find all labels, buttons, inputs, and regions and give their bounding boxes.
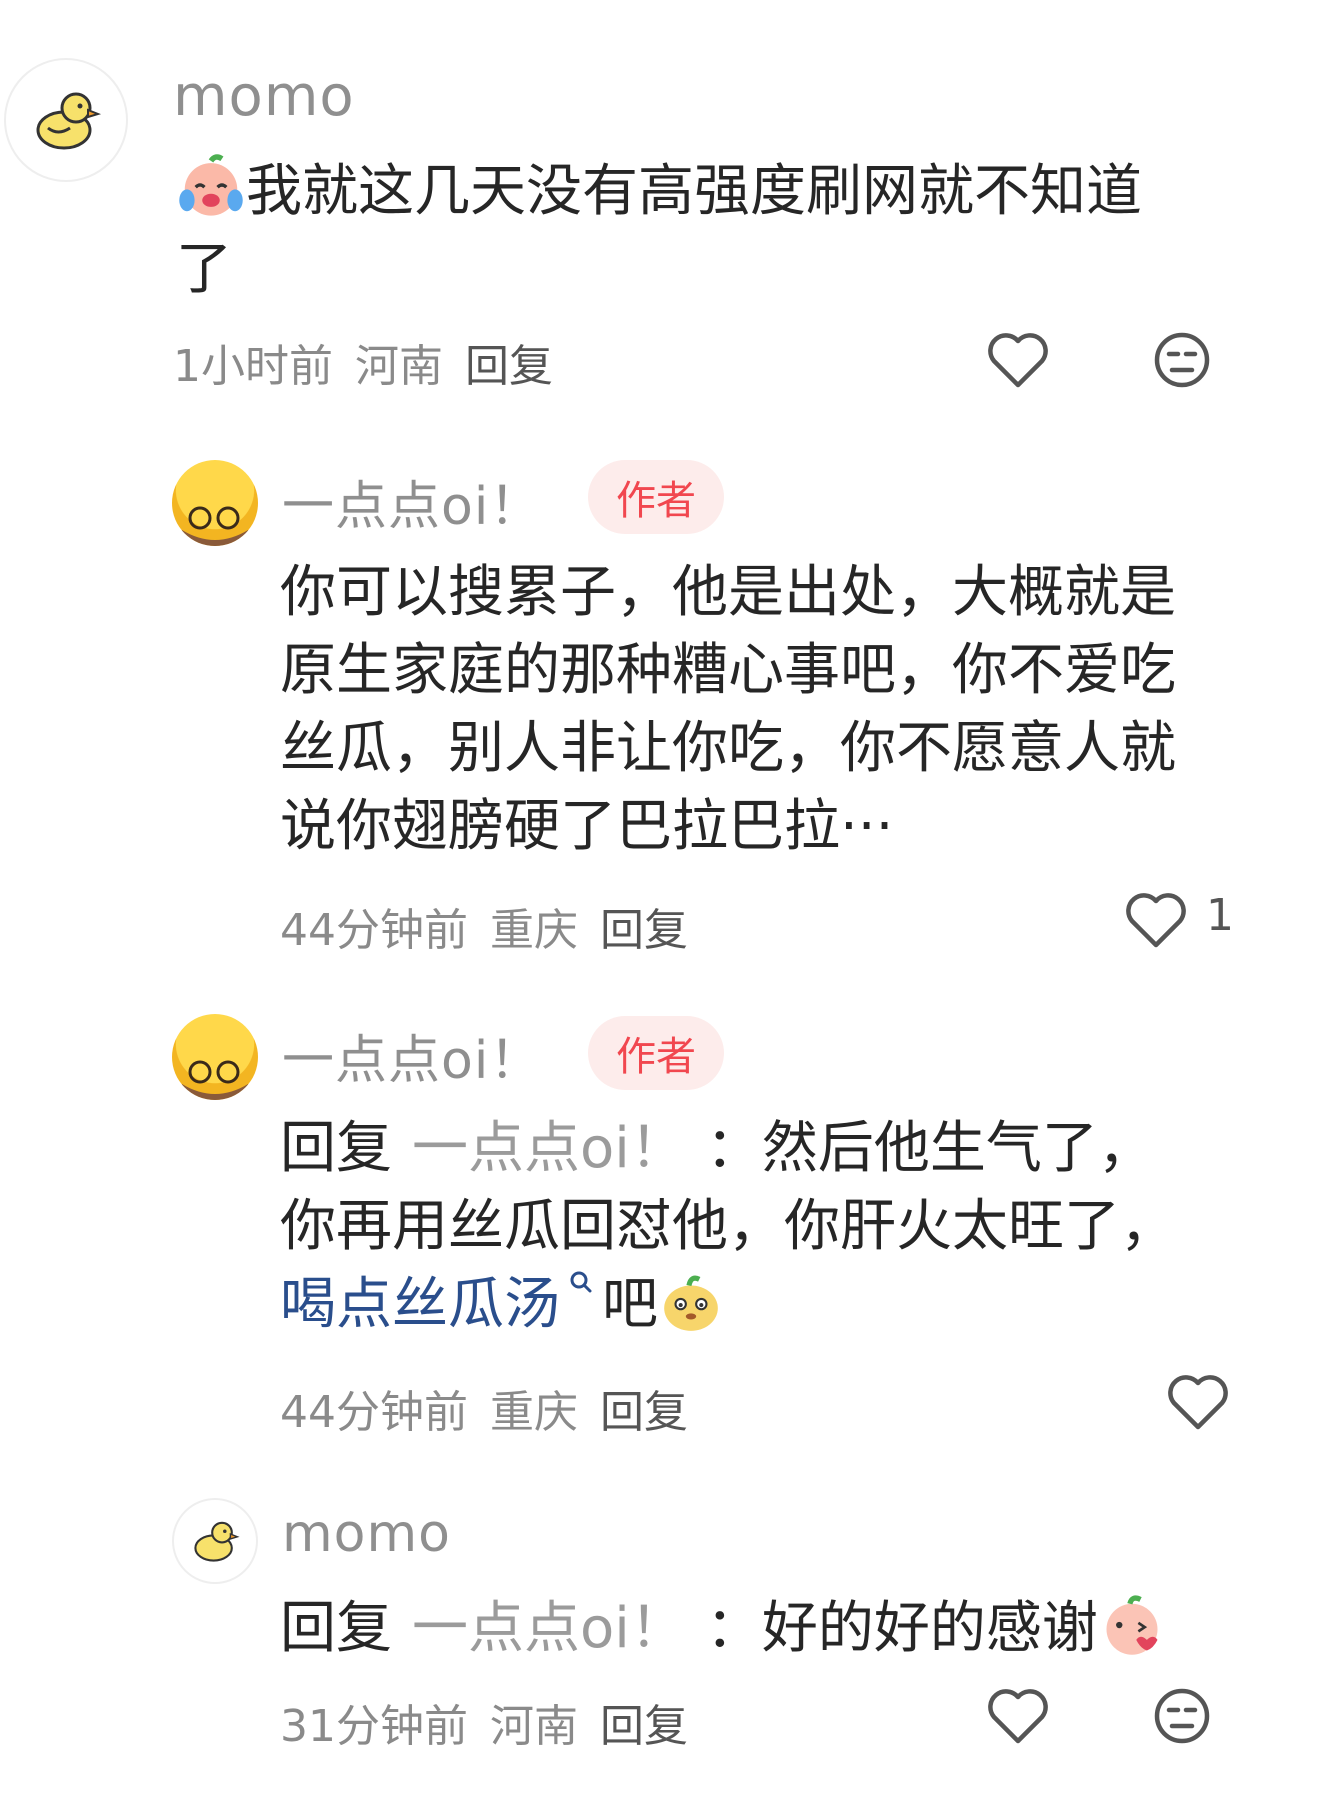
- reply-button[interactable]: 回复: [465, 341, 553, 392]
- search-link[interactable]: 喝点丝瓜汤: [280, 1272, 560, 1337]
- location: 重庆: [490, 905, 578, 956]
- comment-text-line: 我就这几天没有高强度刷网就不知道: [246, 159, 1142, 224]
- avatar[interactable]: [4, 58, 128, 182]
- username[interactable]: 一点点oi！: [282, 1018, 542, 1093]
- reply-button[interactable]: 回复: [600, 1387, 688, 1438]
- username[interactable]: 一点点oi！: [282, 464, 542, 539]
- heart-outline-icon: [988, 333, 1048, 388]
- neutral-face-icon: [1154, 332, 1210, 388]
- comment-meta: 1小时前 河南 回复: [173, 330, 575, 394]
- comment-text: 回复 一点点oi！ ：好的好的感谢: [280, 1590, 1280, 1668]
- neutral-face-icon: [1154, 1688, 1210, 1744]
- reply-to-user[interactable]: 一点点oi！: [412, 1116, 686, 1181]
- avatar[interactable]: [172, 1498, 258, 1584]
- avatar-face-icon: [182, 1060, 248, 1100]
- comment-text-line: 原生家庭的那种糟心事吧，你不爱吃: [280, 638, 1176, 703]
- location: 河南: [490, 1701, 578, 1752]
- like-count: 1: [1206, 890, 1234, 941]
- comment-text: 你可以搜累子，他是出处，大概就是 原生家庭的那种糟心事吧，你不爱吃 丝瓜，别人非…: [280, 554, 1260, 866]
- blowing-kiss-emoji-icon: [1106, 1595, 1158, 1655]
- comment-text-line: 你再用丝瓜回怼他，你肝火太旺了，: [280, 1194, 1176, 1259]
- comment-text: 回复 一点点oi！ ：然后他生气了， 你再用丝瓜回怼他，你肝火太旺了， 喝点丝瓜汤 …: [280, 1110, 1280, 1344]
- avatar-face-icon: [182, 506, 248, 546]
- duck-avatar-icon: [36, 92, 102, 150]
- comment-text-line: 然后他生气了，: [761, 1116, 1154, 1181]
- username[interactable]: momo: [282, 1504, 451, 1564]
- comment-text-line: 了: [176, 237, 232, 302]
- timestamp: 44分钟前: [280, 905, 468, 956]
- heart-outline-icon: [1126, 893, 1186, 948]
- author-badge: 作者: [588, 1016, 724, 1090]
- comment-text-line: 好的好的感谢: [761, 1596, 1098, 1661]
- reply-button[interactable]: 回复: [600, 1701, 688, 1752]
- crying-emoji-icon: [179, 154, 243, 216]
- like-button[interactable]: [1166, 1370, 1230, 1434]
- reply-to-user[interactable]: 一点点oi！: [412, 1596, 686, 1661]
- location: 河南: [355, 341, 443, 392]
- comment-text-line: 丝瓜，别人非让你吃，你不愿意人就: [280, 716, 1176, 781]
- location: 重庆: [490, 1387, 578, 1438]
- dislike-button[interactable]: [1150, 1684, 1214, 1748]
- like-button[interactable]: [1124, 888, 1188, 952]
- comment-text-line: 说你翅膀硬了巴拉巴拉···: [280, 794, 894, 859]
- avatar[interactable]: [172, 1014, 258, 1100]
- colon: ：: [705, 1596, 762, 1661]
- heart-outline-icon: [988, 1689, 1048, 1744]
- like-button[interactable]: [986, 328, 1050, 392]
- colon: ：: [705, 1116, 762, 1181]
- cute-face-emoji-icon: [664, 1275, 718, 1331]
- username[interactable]: momo: [173, 64, 355, 129]
- comment-meta: 44分钟前 重庆 回复: [280, 1376, 710, 1440]
- dislike-button[interactable]: [1150, 328, 1214, 392]
- like-button[interactable]: [986, 1684, 1050, 1748]
- timestamp: 44分钟前: [280, 1387, 468, 1438]
- search-icon[interactable]: [568, 1269, 594, 1299]
- reply-prefix: 回复: [280, 1116, 392, 1181]
- comment-text-line: 吧: [602, 1272, 658, 1337]
- comment-text-line: 你可以搜累子，他是出处，大概就是: [280, 560, 1176, 625]
- comment-text: 我就这几天没有高强度刷网就不知道 了: [176, 150, 1226, 309]
- avatar[interactable]: [172, 460, 258, 546]
- reply-prefix: 回复: [280, 1596, 392, 1661]
- duck-avatar-icon: [194, 1521, 240, 1562]
- comment-meta: 31分钟前 河南 回复: [280, 1690, 710, 1754]
- author-badge: 作者: [588, 460, 724, 534]
- timestamp: 1小时前: [173, 341, 333, 392]
- reply-button[interactable]: 回复: [600, 905, 688, 956]
- timestamp: 31分钟前: [280, 1701, 468, 1752]
- comment-thread: momo 我就这几天没有高强度刷网就不知道 了 1小时前 河南 回复 一点点oi…: [0, 0, 1320, 1798]
- comment-meta: 44分钟前 重庆 回复: [280, 894, 710, 958]
- heart-outline-icon: [1168, 1375, 1228, 1430]
